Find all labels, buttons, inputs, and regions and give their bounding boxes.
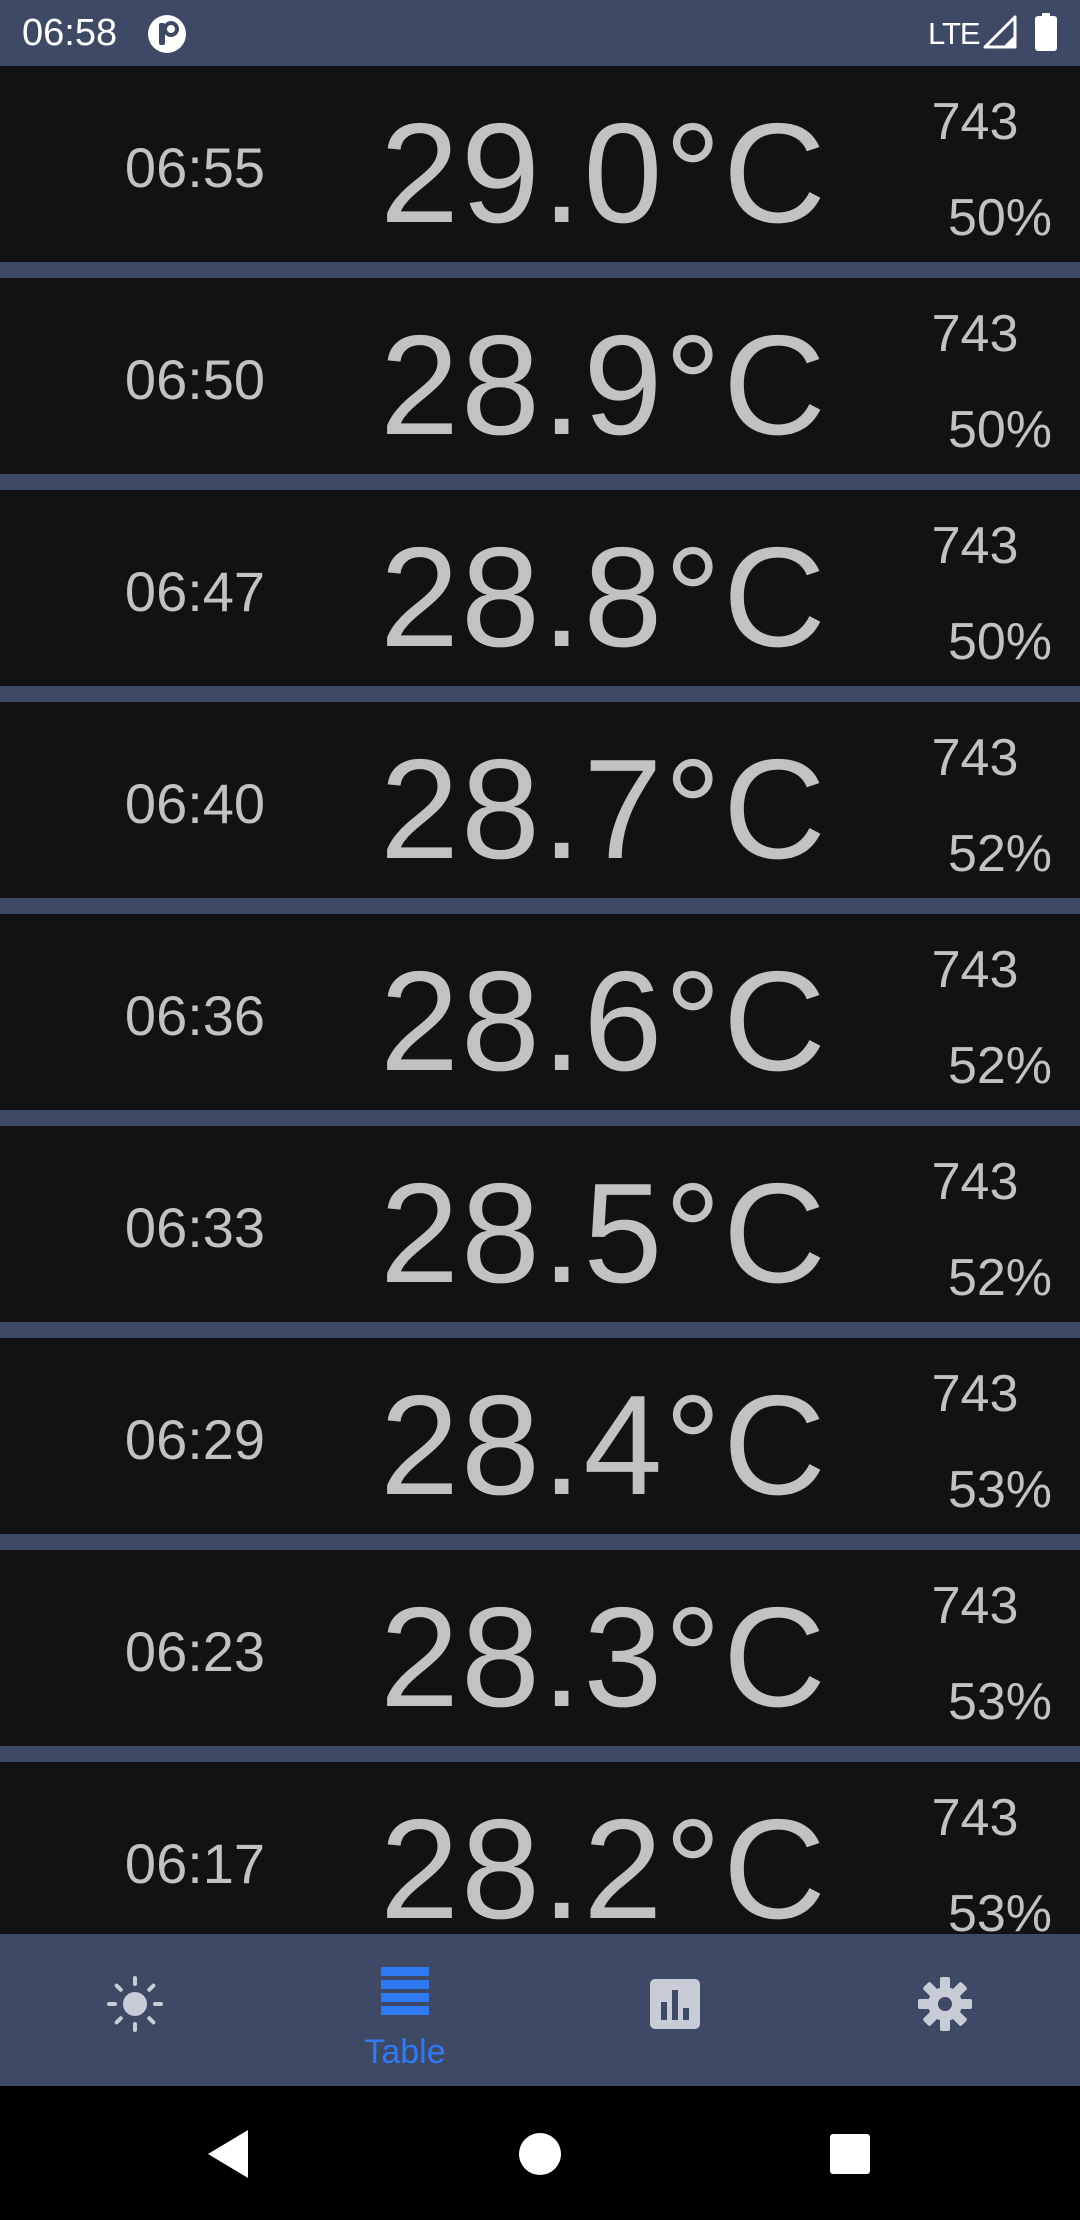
reading-temperature: 28.3°C: [380, 1578, 828, 1737]
reading-row[interactable]: 06:36 28.6°C 743 52%: [0, 914, 1080, 1110]
brightness-icon: [107, 1976, 163, 2032]
table-icon: [381, 1967, 429, 2015]
chart-icon: [650, 1979, 700, 2029]
bottom-navigation: Table: [0, 1934, 1080, 2086]
reading-row[interactable]: 06:23 28.3°C 743 53%: [0, 1550, 1080, 1746]
gear-icon: [918, 1977, 972, 2031]
app-notification-icon: [148, 15, 186, 53]
reading-time: 06:40: [124, 772, 266, 835]
reading-humidity: 52%: [947, 825, 1053, 883]
reading-pressure: 743: [931, 1365, 1019, 1423]
reading-row[interactable]: 06:29 28.4°C 743 53%: [0, 1338, 1080, 1534]
reading-temperature: 28.2°C: [380, 1790, 828, 1935]
reading-temperature: 28.7°C: [380, 730, 828, 889]
reading-temperature: 28.9°C: [380, 306, 828, 465]
reading-temperature: 28.6°C: [380, 942, 828, 1101]
reading-pressure: 743: [931, 941, 1019, 999]
reading-pressure: 743: [931, 729, 1019, 787]
status-bar: 06:58 LTE: [0, 0, 1080, 66]
reading-temperature: 29.0°C: [380, 94, 828, 253]
reading-row[interactable]: 06:50 28.9°C 743 50%: [0, 278, 1080, 474]
reading-humidity: 52%: [947, 1249, 1053, 1307]
nav-item-current[interactable]: [0, 1934, 270, 2086]
reading-humidity: 53%: [947, 1461, 1053, 1519]
reading-time: 06:23: [124, 1620, 266, 1683]
reading-humidity: 53%: [947, 1673, 1053, 1731]
nav-item-chart[interactable]: [540, 1934, 810, 2086]
reading-pressure: 743: [931, 1789, 1019, 1847]
reading-humidity: 50%: [947, 613, 1053, 671]
reading-temperature: 28.8°C: [380, 518, 828, 677]
nav-item-settings[interactable]: [810, 1934, 1080, 2086]
reading-pressure: 743: [931, 1153, 1019, 1211]
reading-humidity: 53%: [947, 1885, 1053, 1934]
reading-row[interactable]: 06:17 28.2°C 743 53%: [0, 1762, 1080, 1934]
reading-row[interactable]: 06:40 28.7°C 743 52%: [0, 702, 1080, 898]
network-type: LTE: [928, 16, 981, 51]
reading-pressure: 743: [931, 305, 1019, 363]
battery-icon: [1035, 13, 1057, 51]
reading-time: 06:36: [124, 984, 266, 1047]
reading-time: 06:47: [124, 560, 266, 623]
reading-humidity: 50%: [947, 189, 1053, 247]
signal-icon: [983, 15, 1017, 49]
reading-humidity: 50%: [947, 401, 1053, 459]
reading-pressure: 743: [931, 1577, 1019, 1635]
nav-item-table[interactable]: Table: [270, 1934, 540, 2086]
reading-humidity: 52%: [947, 1037, 1053, 1095]
reading-row[interactable]: 06:33 28.5°C 743 52%: [0, 1126, 1080, 1322]
reading-row[interactable]: 06:47 28.8°C 743 50%: [0, 490, 1080, 686]
home-icon[interactable]: [508, 2122, 572, 2186]
reading-time: 06:17: [124, 1832, 266, 1895]
reading-time: 06:50: [124, 348, 266, 411]
nav-label-table: Table: [364, 2033, 446, 2071]
reading-temperature: 28.5°C: [380, 1154, 828, 1313]
reading-row[interactable]: 06:55 29.0°C 743 50%: [0, 66, 1080, 262]
recents-icon[interactable]: [818, 2122, 882, 2186]
reading-pressure: 743: [931, 517, 1019, 575]
reading-time: 06:33: [124, 1196, 266, 1259]
reading-temperature: 28.4°C: [380, 1366, 828, 1525]
reading-time: 06:55: [124, 136, 266, 199]
status-time: 06:58: [22, 12, 118, 54]
back-icon[interactable]: [198, 2122, 262, 2186]
reading-pressure: 743: [931, 93, 1019, 151]
readings-list[interactable]: 06:55 29.0°C 743 50% 06:50 28.9°C 743 50…: [0, 66, 1080, 1934]
reading-time: 06:29: [124, 1408, 266, 1471]
system-navigation-bar: [0, 2086, 1080, 2220]
